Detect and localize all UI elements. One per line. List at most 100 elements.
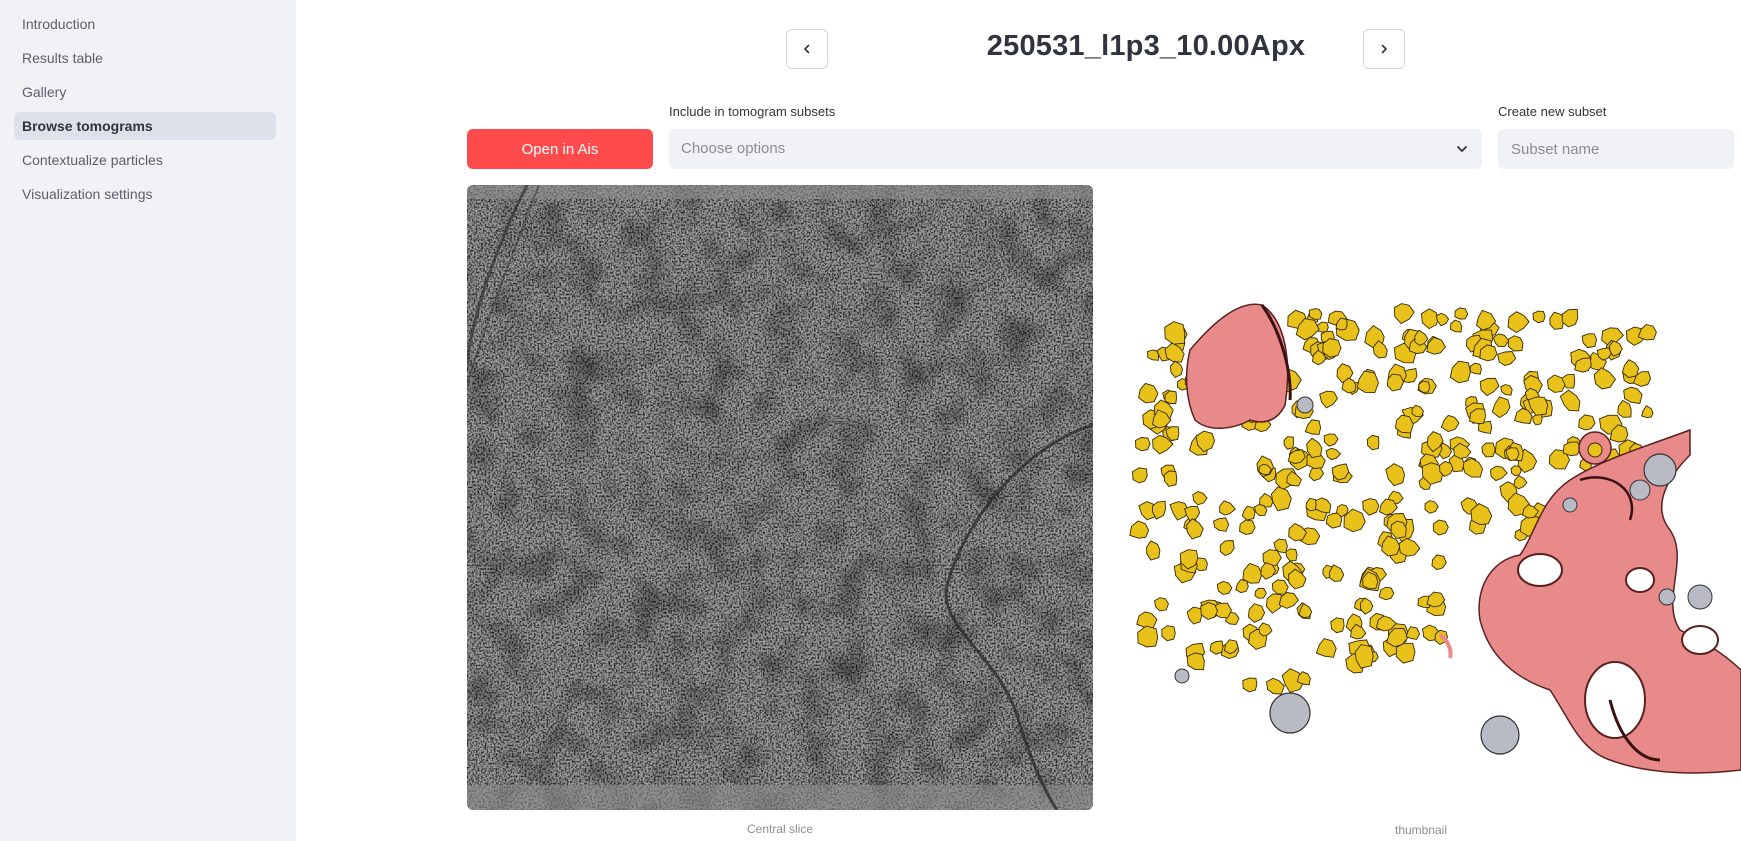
chevron-down-icon [1457,146,1467,152]
open-in-ais-button[interactable]: Open in Ais [467,129,653,169]
sidebar-item-visualization-settings[interactable]: Visualization settings [14,180,276,208]
particle-shape [1319,390,1339,409]
particle-shape [1129,520,1150,539]
particle-shape [1219,500,1236,516]
sidebar-item-introduction[interactable]: Introduction [14,10,276,38]
particle-shape [1154,597,1170,612]
particle-shape [1513,475,1528,490]
particle-shape [1146,540,1161,561]
particle-shape [1547,374,1566,393]
particle-shape [1315,638,1337,658]
subsets-label: Include in tomogram subsets [669,104,836,119]
particle-shape [1322,338,1342,358]
particle-shape [1500,384,1513,396]
sidebar-item-gallery[interactable]: Gallery [14,78,276,106]
particle-shape [1359,597,1374,615]
particle-shape [1308,308,1323,320]
particle-shape [1186,652,1205,671]
sidebar-item-contextualize-particles[interactable]: Contextualize particles [14,146,276,174]
particle-shape [1454,307,1469,320]
particle-shape [1161,625,1176,642]
particle-shape [1186,518,1204,540]
sidebar: Introduction Results table Gallery Brows… [0,0,296,841]
particle-shape [1510,465,1522,477]
particle-shape [1288,522,1308,542]
particle-shape [1479,377,1500,397]
chevron-left-icon [804,44,810,54]
particle-shape [1304,419,1322,435]
chevron-right-icon [1381,44,1387,54]
particle-shape [1138,382,1159,404]
particle-shape [1247,603,1266,623]
particle-shape [1431,554,1447,571]
particle-shape [1623,386,1643,405]
particle-shape [1507,335,1524,352]
sidebar-item-browse-tomograms[interactable]: Browse tomograms [14,112,276,140]
particle-shape [1562,441,1582,457]
particle-shape [1492,333,1510,348]
subsets-placeholder: Choose options [681,140,786,157]
particle-shape [1137,625,1159,648]
particle-shape [1164,321,1186,345]
particle-shape [1258,622,1273,637]
particle-shape [1242,562,1263,584]
particle-shape [1136,611,1158,629]
particle-shape [1578,414,1596,431]
central-slice-image [467,185,1093,810]
particle-shape [1581,333,1598,349]
particle-shape [1617,399,1632,418]
particle-shape [1432,519,1449,536]
particle-shape [1424,500,1439,514]
particle-shape [1440,414,1460,432]
particle-shape [1266,677,1285,695]
previous-tomogram-button[interactable] [786,29,828,69]
particle-shape [1386,373,1405,392]
particle-shape [1219,540,1235,557]
next-tomogram-button[interactable] [1363,29,1405,69]
particle-shape [1216,581,1233,595]
particle-shape [1278,592,1299,609]
subsets-multiselect[interactable]: Choose options [669,129,1482,169]
particle-shape [1507,311,1530,334]
particle-shape [1532,310,1546,324]
particle-shape [1481,442,1496,458]
particle-shape [1593,367,1617,390]
particle-shape [1621,359,1640,379]
particle-shape [1461,457,1484,478]
particle-shape [1491,396,1511,419]
particle-shape [1186,606,1202,625]
particle-shape [1132,467,1148,484]
particle-shape [1325,447,1342,461]
particle-shape [1411,404,1425,418]
particle-shape [1561,308,1579,328]
particle-shape [1362,498,1380,516]
particle-shape [1450,319,1463,333]
thumbnail-caption: thumbnail [1394,823,1448,837]
central-slice-caption: Central slice [746,822,814,836]
particle-shape [1270,486,1292,512]
particle-shape [1305,497,1317,512]
particle-shape [1395,642,1416,664]
particle-shape [1163,470,1178,487]
subset-name-input[interactable] [1498,129,1734,169]
particle-shape [1469,362,1482,375]
particle-shape [1366,434,1380,451]
page-title: 250531_l1p3_10.00Apx [986,30,1306,62]
particle-shape [1212,517,1230,532]
particle-shape [1393,303,1415,325]
particle-shape [1254,587,1267,599]
particle-shape [1323,433,1339,447]
particle-shape [1356,370,1379,394]
particle-shape [1637,324,1657,341]
particle-shape [1200,602,1218,621]
particle-shape [1192,491,1208,506]
new-subset-label: Create new subset [1498,104,1607,119]
particle-shape [1147,349,1159,361]
particle-shape [1418,380,1431,393]
particle-shape [1449,360,1471,384]
particle-shape [1209,640,1224,655]
particle-shape [1235,579,1249,594]
particle-shape [1398,537,1421,557]
sidebar-item-results-table[interactable]: Results table [14,44,276,72]
particle-shape [1285,548,1298,562]
